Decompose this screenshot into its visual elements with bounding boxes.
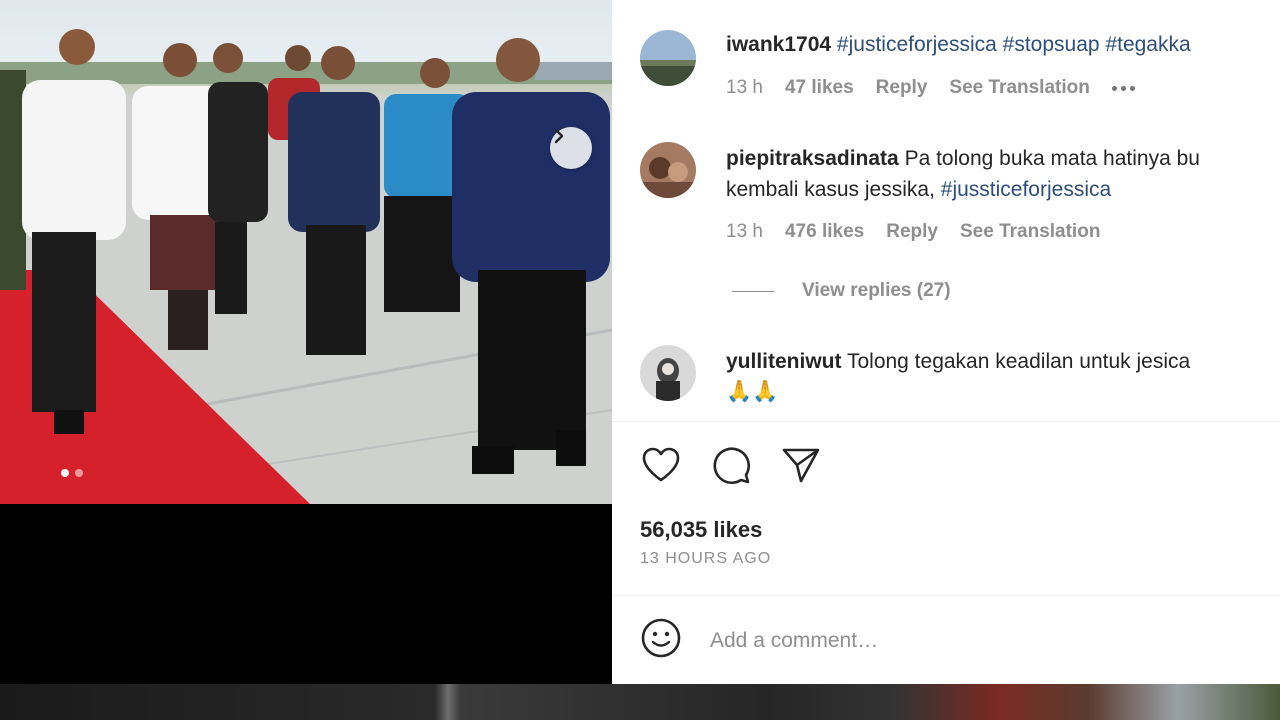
share-button[interactable] (780, 446, 822, 488)
comment-input[interactable] (710, 628, 1190, 653)
comment-line-2: 🙏🙏 (726, 380, 779, 403)
avatar[interactable] (640, 345, 696, 401)
comment-item: yulliteniwut Tolong tegakan keadilan unt… (640, 0, 1280, 410)
post-media-pane (0, 0, 612, 684)
post-actions (640, 446, 822, 488)
divider (612, 595, 1280, 596)
smiley-icon[interactable] (640, 617, 682, 664)
carousel-dot-active (61, 469, 69, 477)
comment-bubble-icon (711, 445, 751, 490)
post-likes-count[interactable]: 56,035 likes (640, 517, 762, 543)
post-timestamp: 13 HOURS AGO (640, 550, 772, 567)
comment-text-line-2: 🙏🙏 (726, 376, 1280, 407)
background-thumbnails (0, 684, 1280, 720)
photo-illustration (0, 29, 612, 504)
carousel-indicator (61, 469, 83, 477)
paper-plane-icon (781, 445, 821, 490)
divider (612, 421, 1280, 422)
carousel-next-button[interactable] (550, 127, 592, 169)
comment-button[interactable] (710, 446, 752, 488)
comment-text: yulliteniwut Tolong tegakan keadilan unt… (726, 346, 1280, 377)
carousel-dot (75, 469, 83, 477)
comment-line-1: Tolong tegakan keadilan untuk jesica (846, 350, 1191, 373)
comment-username[interactable]: yulliteniwut (726, 350, 842, 373)
comment-composer (640, 617, 1190, 664)
heart-icon (641, 446, 681, 489)
like-button[interactable] (640, 446, 682, 488)
post-photo[interactable] (0, 0, 612, 504)
comments-pane: iwank1704 #justiceforjessica #stopsuap #… (612, 0, 1280, 684)
